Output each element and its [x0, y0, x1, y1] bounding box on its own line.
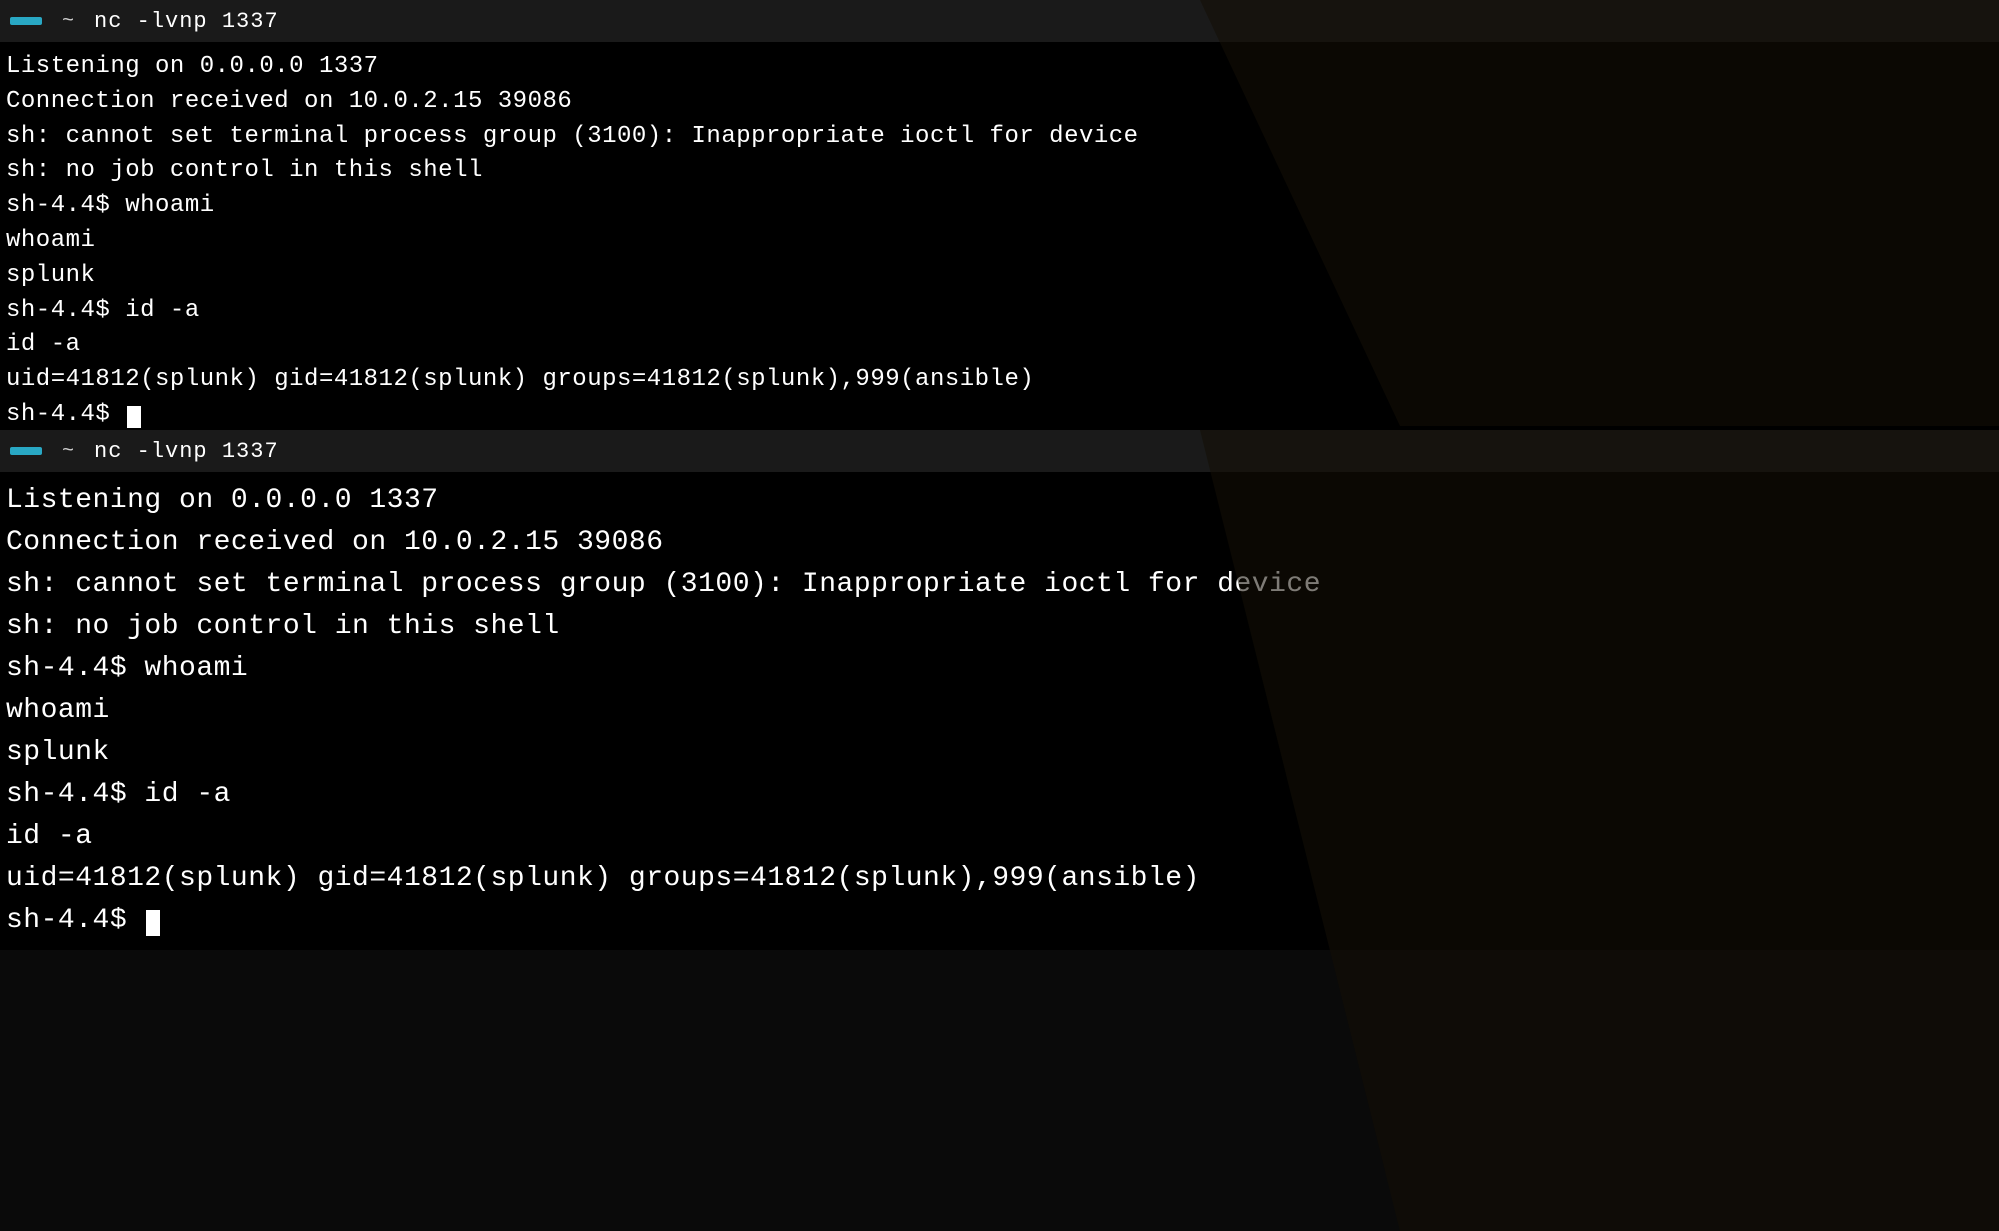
- title-cmd-2: nc -lvnp 1337: [94, 439, 279, 464]
- terminal-line: Connection received on 10.0.2.15 39086: [6, 522, 1993, 564]
- terminal-line: splunk: [6, 732, 1993, 774]
- terminal-line: sh-4.4$ id -a: [6, 774, 1993, 816]
- title-bar-1: ~ nc -lvnp 1337: [0, 0, 1999, 42]
- terminal-line: sh: no job control in this shell: [6, 606, 1993, 648]
- cursor-2: [146, 910, 160, 936]
- tab-active-2[interactable]: [10, 447, 42, 455]
- terminal-panel-2: ~ nc -lvnp 1337 Listening on 0.0.0.0 133…: [0, 430, 1999, 1231]
- terminal-line: sh: cannot set terminal process group (3…: [6, 564, 1993, 606]
- terminal-line: Connection received on 10.0.2.15 39086: [6, 85, 1993, 120]
- terminal-body-2: Listening on 0.0.0.0 1337 Connection rec…: [0, 472, 1999, 950]
- tab-tilde-2: ~: [52, 436, 84, 467]
- terminal-line: id -a: [6, 328, 1993, 363]
- terminal-line: uid=41812(splunk) gid=41812(splunk) grou…: [6, 858, 1993, 900]
- terminal-line: Listening on 0.0.0.0 1337: [6, 50, 1993, 85]
- terminal-panel-1: ~ nc -lvnp 1337 Listening on 0.0.0.0 133…: [0, 0, 1999, 430]
- terminal-line: whoami: [6, 690, 1993, 732]
- terminal-line: sh: no job control in this shell: [6, 154, 1993, 189]
- title-cmd-1: nc -lvnp 1337: [94, 9, 279, 34]
- cursor-1: [127, 406, 141, 428]
- terminal-line: sh: cannot set terminal process group (3…: [6, 120, 1993, 155]
- tab-tilde-1: ~: [52, 6, 84, 37]
- title-bar-2: ~ nc -lvnp 1337: [0, 430, 1999, 472]
- terminal-line: whoami: [6, 224, 1993, 259]
- terminal-prompt-line: sh-4.4$: [6, 900, 1993, 942]
- terminal-prompt-line: sh-4.4$: [6, 398, 1993, 433]
- terminal-line: sh-4.4$ whoami: [6, 648, 1993, 690]
- terminal-line: sh-4.4$ id -a: [6, 294, 1993, 329]
- tab-active-1[interactable]: [10, 17, 42, 25]
- terminal-line: uid=41812(splunk) gid=41812(splunk) grou…: [6, 363, 1993, 398]
- terminal-line: id -a: [6, 816, 1993, 858]
- terminal-line: sh-4.4$ whoami: [6, 189, 1993, 224]
- terminal-body-1: Listening on 0.0.0.0 1337 Connection rec…: [0, 42, 1999, 441]
- terminal-line: Listening on 0.0.0.0 1337: [6, 480, 1993, 522]
- terminal-line: splunk: [6, 259, 1993, 294]
